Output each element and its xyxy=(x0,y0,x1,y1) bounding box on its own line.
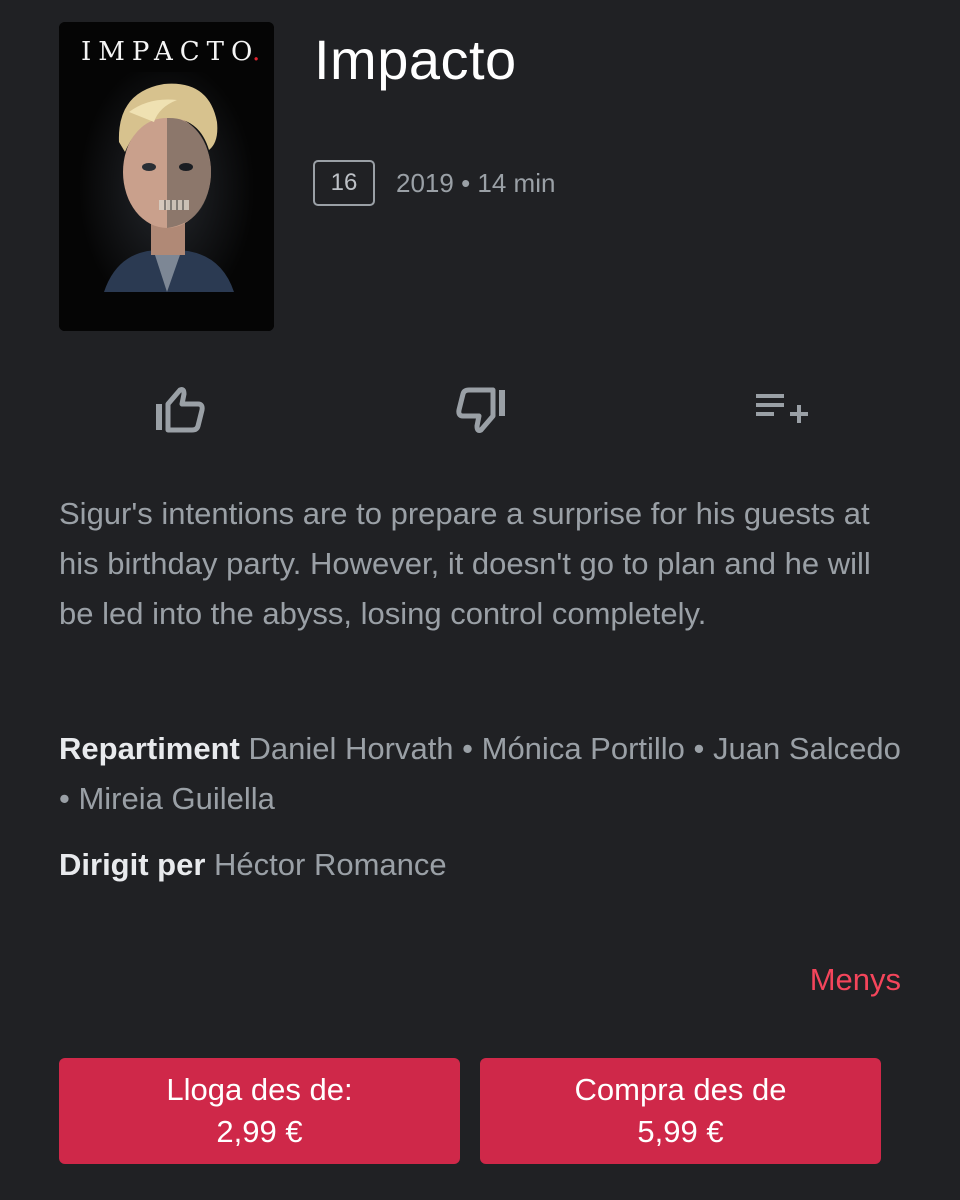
age-rating-badge: 16 xyxy=(313,160,375,206)
director-value: Héctor Romance xyxy=(214,847,447,882)
poster-title-dot: . xyxy=(252,37,260,67)
rent-price: 2,99 € xyxy=(216,1114,303,1149)
wishlist-button[interactable] xyxy=(752,380,812,440)
movie-description: Sigur's intentions are to prepare a surp… xyxy=(59,496,871,631)
show-less-link[interactable]: Menys xyxy=(810,962,901,998)
rent-label: Lloga des de: xyxy=(166,1072,353,1107)
director-credits: Dirigit per Héctor Romance xyxy=(59,840,909,890)
movie-title: Impacto xyxy=(314,28,517,91)
cast-credits: Repartiment Daniel Horvath • Mónica Port… xyxy=(59,724,909,824)
cast-label: Repartiment xyxy=(59,731,240,766)
dislike-button[interactable] xyxy=(451,380,511,440)
director-label: Dirigit per xyxy=(59,847,206,882)
playlist-add-icon xyxy=(756,394,808,423)
movie-poster: IMPACTO . xyxy=(59,22,274,331)
buy-label: Compra des de xyxy=(574,1072,787,1107)
year-duration: 2019 • 14 min xyxy=(396,167,556,198)
buy-price: 5,99 € xyxy=(637,1114,724,1149)
thumb-up-outline-icon xyxy=(156,387,205,433)
action-bar xyxy=(0,380,960,440)
buy-button[interactable]: Compra des de 5,99 € xyxy=(480,1058,881,1164)
rent-button[interactable]: Lloga des de: 2,99 € xyxy=(59,1058,460,1164)
poster-title-text: IMPACTO xyxy=(81,37,259,67)
like-button[interactable] xyxy=(150,380,210,440)
movie-meta: 16 2019 • 14 min xyxy=(313,160,555,206)
thumb-down-outline-icon xyxy=(456,387,505,433)
